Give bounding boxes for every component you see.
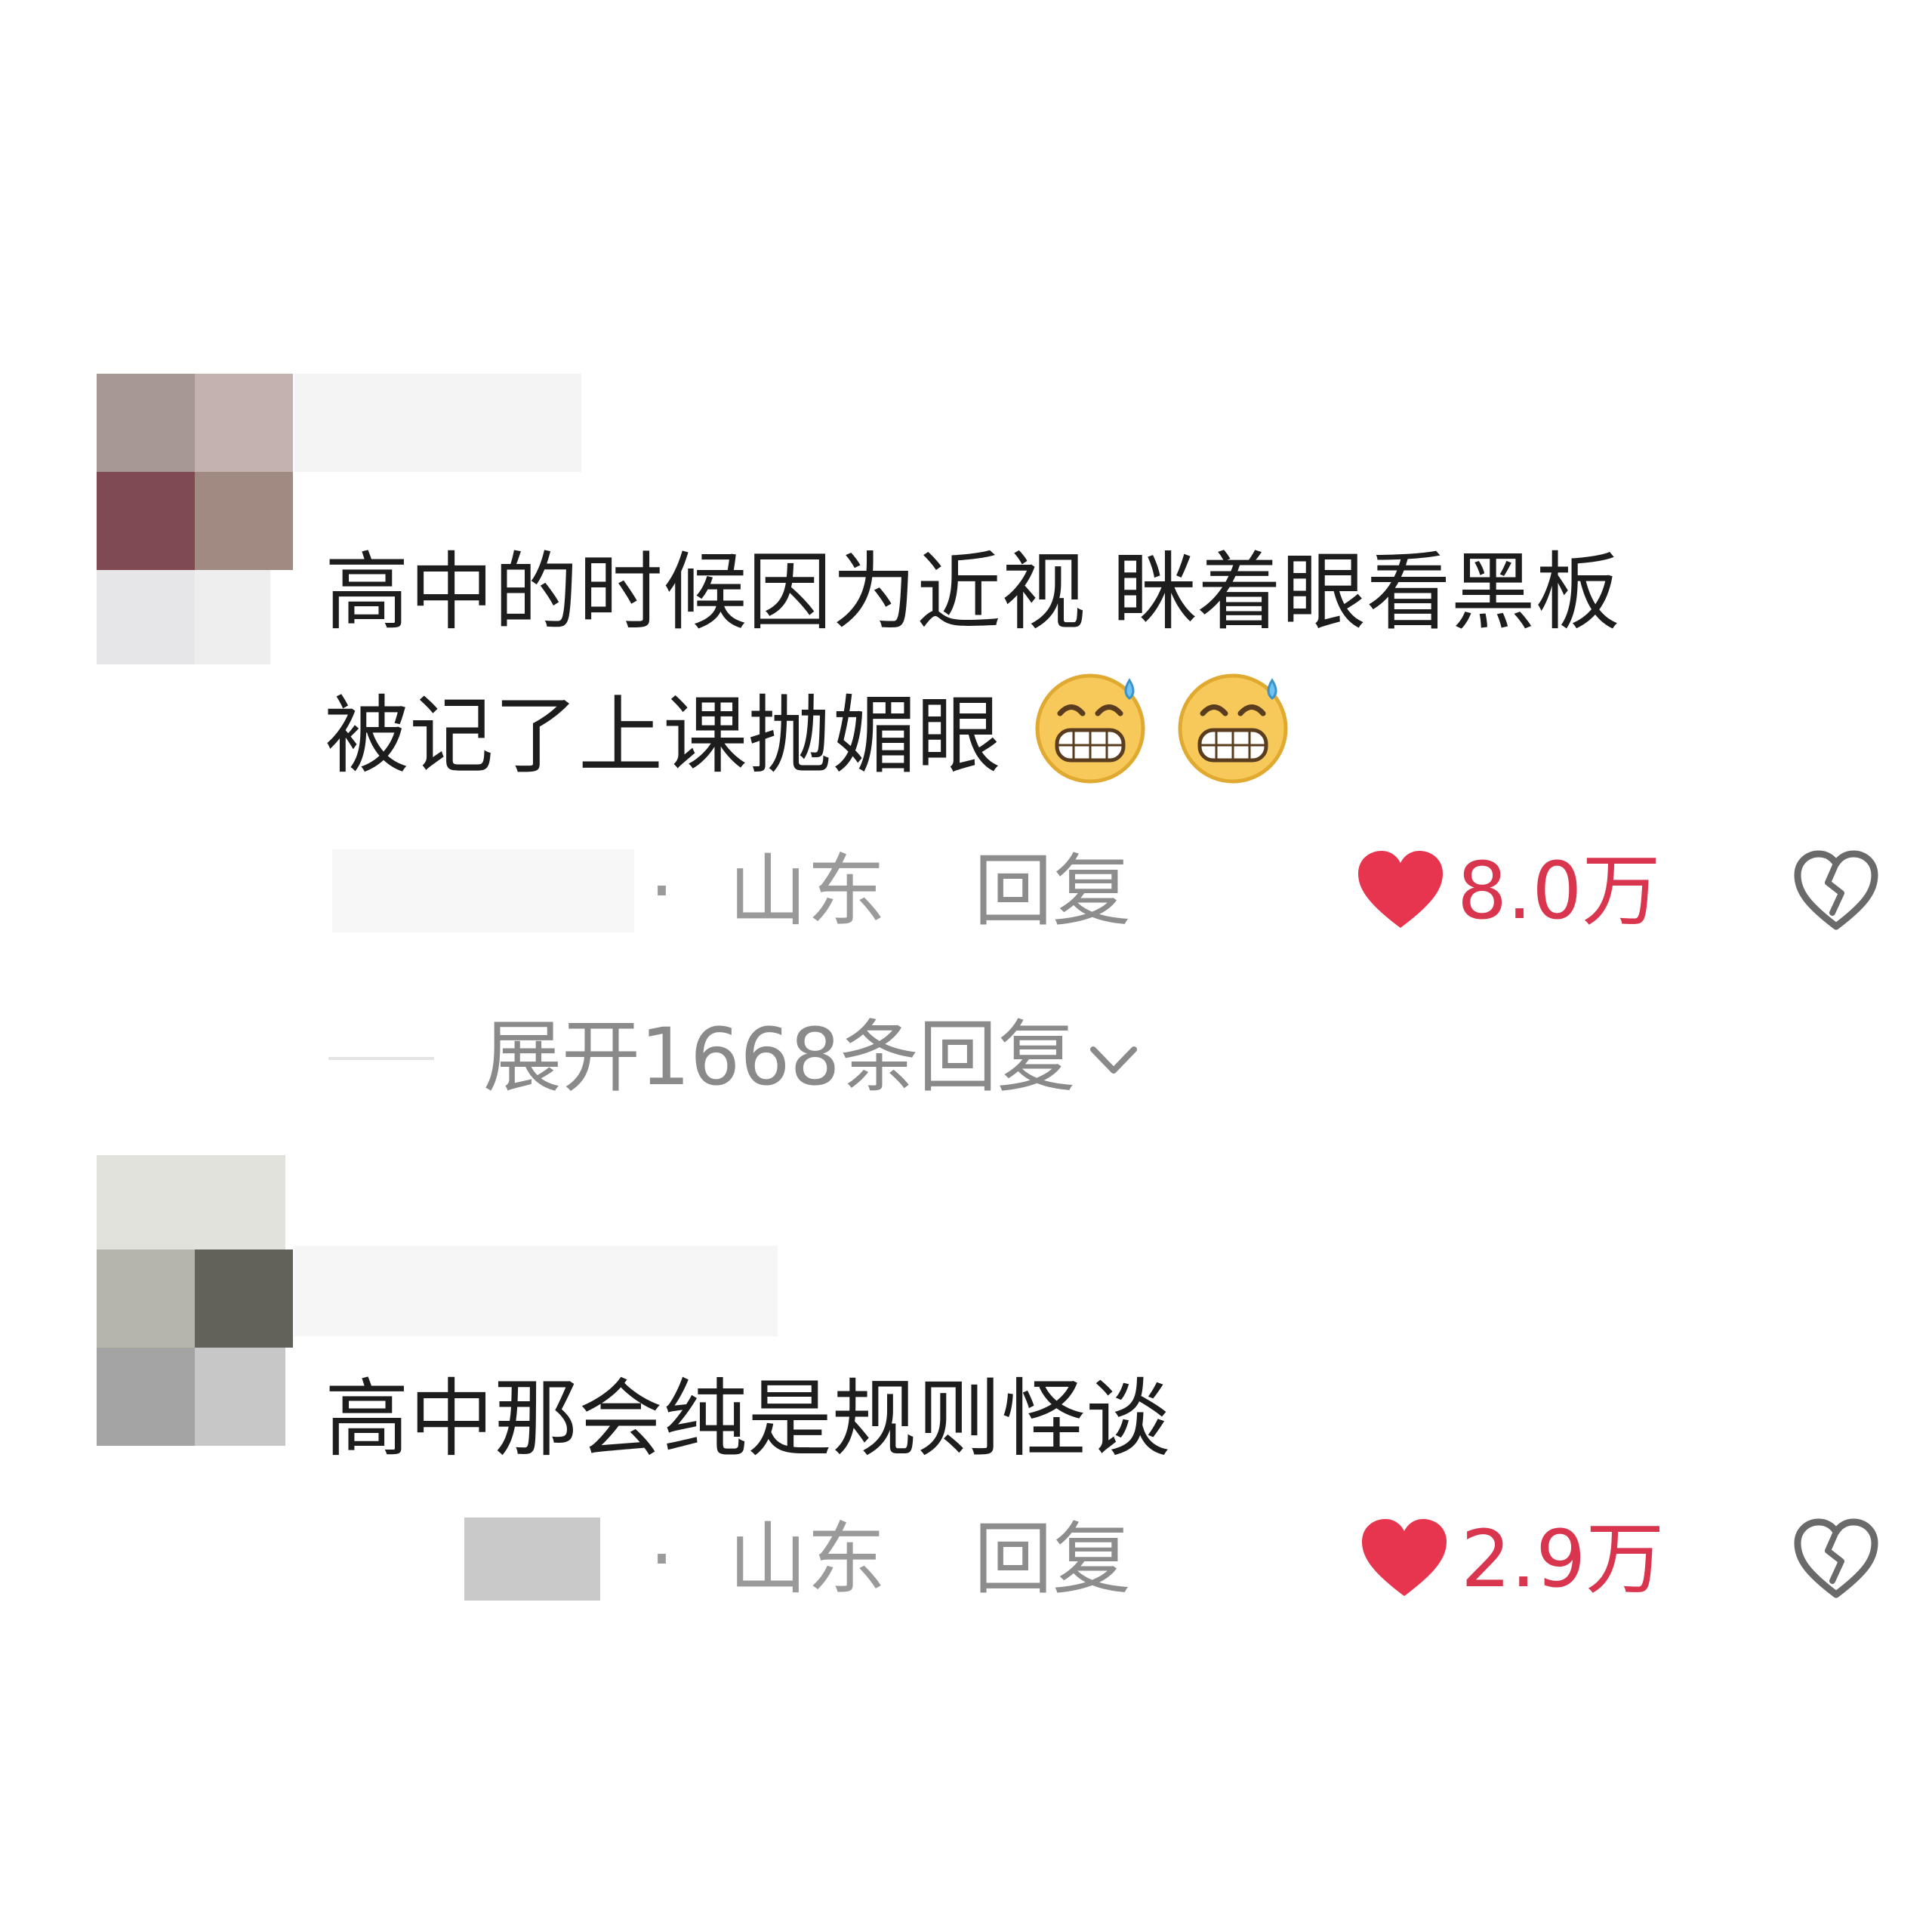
location-label: 山东 — [729, 1513, 886, 1605]
chevron-down-icon[interactable] — [1087, 1042, 1140, 1080]
dislike-broken-heart-icon[interactable] — [1793, 849, 1880, 932]
location-label: 山东 — [729, 845, 886, 937]
expand-replies-label[interactable]: 展开1668条回复 — [483, 1012, 1076, 1102]
grimace-sweat-emoji — [1178, 673, 1288, 784]
dislike-broken-heart-icon[interactable] — [1793, 1518, 1880, 1601]
grimace-sweat-emoji — [1035, 673, 1145, 784]
timestamp-blurred — [464, 1518, 600, 1601]
heart-icon[interactable] — [1355, 849, 1446, 932]
timestamp-blurred — [332, 849, 634, 932]
like-count: 8.0万 — [1457, 845, 1661, 937]
meta-separator: · — [649, 1513, 675, 1605]
comment-text-line-2: 被记了上课抛媚眼 — [325, 664, 1293, 808]
comment-text-line-2-content: 被记了上课抛媚眼 — [325, 687, 1001, 785]
like-count: 2.9万 — [1461, 1513, 1665, 1605]
username-blurred[interactable] — [294, 1246, 778, 1336]
heart-icon[interactable] — [1359, 1518, 1450, 1601]
expand-divider-line — [328, 1057, 434, 1060]
comment-text-line-1: 高中的时候因为近视 眯着眼看黑板 — [325, 544, 1620, 642]
comment-text-line-1: 高中那会纯是规则怪谈 — [325, 1370, 1170, 1468]
reply-button[interactable]: 回复 — [974, 846, 1131, 936]
reply-button[interactable]: 回复 — [974, 1514, 1131, 1604]
username-blurred[interactable] — [294, 374, 581, 472]
meta-separator: · — [649, 845, 675, 937]
